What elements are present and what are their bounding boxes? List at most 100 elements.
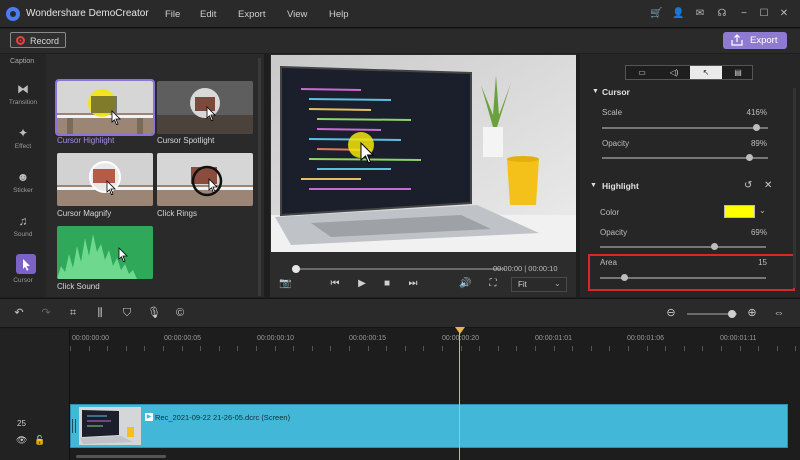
color-picker[interactable] <box>724 205 755 218</box>
video-preview[interactable] <box>271 55 576 252</box>
collapse-cursor-icon[interactable]: ▼ <box>592 88 599 95</box>
remove-effect-icon[interactable]: ✕ <box>764 180 772 191</box>
tab-video[interactable]: ▭ <box>626 66 658 79</box>
effect-label-click-rings: Click Rings <box>157 209 198 218</box>
mark-icon[interactable]: ⛉ <box>120 306 134 320</box>
close-icon[interactable]: ✕ <box>778 8 790 20</box>
play-icon[interactable]: ▶ <box>356 278 368 290</box>
fit-select[interactable]: Fit ⌄ <box>511 277 567 292</box>
fullscreen-icon[interactable]: ⛶ <box>487 278 499 290</box>
maximize-icon[interactable]: ☐ <box>758 8 770 20</box>
sidebar-item-caption[interactable]: Caption <box>10 58 34 65</box>
app-title: Wondershare DemoCreator <box>26 8 149 19</box>
ruler-tick <box>646 346 648 351</box>
progress-handle[interactable] <box>292 265 300 273</box>
clip-thumbnail <box>79 407 141 445</box>
zoom-in-icon[interactable]: ⊕ <box>745 306 759 320</box>
microphone-icon[interactable]: 🎙 <box>147 306 161 320</box>
ruler-tick <box>758 346 760 351</box>
stop-icon[interactable]: ■ <box>381 278 393 290</box>
highlight-opacity-value: 69% <box>750 228 767 237</box>
timeline-ruler[interactable]: 00:00:00:00 00:00:00:05 00:00:00:10 00:00:0… <box>70 329 800 351</box>
timeline-clip[interactable]: ▶ Rec_2021-09-22 21-26-05.dcrc (Screen) <box>70 404 788 448</box>
sidebar-item-cursor[interactable]: Cursor <box>4 254 42 294</box>
previous-frame-icon[interactable]: ⏮ <box>329 278 341 290</box>
menu-file[interactable]: File <box>165 9 180 20</box>
undo-icon[interactable]: ↶ <box>12 306 26 320</box>
timecode: 00:00:00 | 00:00:10 <box>493 264 558 273</box>
ruler-tick <box>88 346 90 351</box>
ruler-tick-label: 00:00:00:15 <box>349 335 386 342</box>
clip-trim-handle[interactable] <box>72 419 76 433</box>
ruler-tick <box>181 346 183 351</box>
sidebar-item-label: Sticker <box>13 187 33 194</box>
reset-icon[interactable]: ↺ <box>744 180 752 191</box>
effect-thumb-click-sound[interactable] <box>57 226 153 279</box>
effects-scrollbar[interactable] <box>258 58 261 296</box>
copyright-icon[interactable]: © <box>173 306 187 320</box>
user-icon[interactable]: 👤 <box>672 8 684 20</box>
tab-audio[interactable]: ◁) <box>658 66 690 79</box>
progress-bar[interactable] <box>295 268 505 270</box>
properties-scrollbar[interactable] <box>793 88 796 288</box>
ruler-tick-label: 00:00:00:05 <box>164 335 201 342</box>
volume-icon[interactable]: 🔊 <box>459 278 471 290</box>
sidebar-item-label: Sound <box>13 231 33 238</box>
chevron-down-icon[interactable]: ⌄ <box>759 206 766 215</box>
minimize-icon[interactable]: − <box>738 8 750 20</box>
cart-icon[interactable]: 🛒 <box>650 8 662 20</box>
effect-thumb-cursor-magnify[interactable] <box>57 153 153 206</box>
menu-help[interactable]: Help <box>329 9 349 20</box>
scale-slider[interactable] <box>602 127 768 129</box>
ruler-tick <box>107 346 109 351</box>
sidebar-item-sound[interactable]: ♫ Sound <box>4 214 42 254</box>
collapse-highlight-icon[interactable]: ▼ <box>590 182 597 189</box>
menu-edit[interactable]: Edit <box>200 9 216 20</box>
highlight-opacity-slider-handle[interactable] <box>711 243 719 250</box>
tab-cursor[interactable]: ↖ <box>690 66 722 79</box>
playhead[interactable] <box>459 329 460 460</box>
effect-thumb-click-rings[interactable] <box>157 153 253 206</box>
timeline-scrollbar[interactable] <box>76 455 166 458</box>
support-icon[interactable]: ☊ <box>716 8 728 20</box>
snapshot-icon[interactable]: 📷 <box>279 278 291 290</box>
highlight-section-title: Highlight <box>602 181 639 191</box>
menu-view[interactable]: View <box>287 9 307 20</box>
export-button[interactable]: Export <box>723 32 787 49</box>
playhead-handle[interactable] <box>455 327 465 334</box>
effect-thumb-cursor-spotlight[interactable] <box>157 81 253 134</box>
redo-icon[interactable]: ↷ <box>39 306 53 320</box>
sidebar-item-sticker[interactable]: ☻ Sticker <box>4 170 42 210</box>
ruler-tick <box>516 346 518 351</box>
ruler-tick <box>386 346 388 351</box>
tab-caption[interactable]: ▤ <box>722 66 754 79</box>
zoom-slider-handle[interactable] <box>728 310 736 318</box>
opacity-slider[interactable] <box>602 157 768 159</box>
crop-icon[interactable]: ⌗ <box>66 306 80 320</box>
highlight-opacity-slider[interactable] <box>600 246 766 248</box>
menu-export[interactable]: Export <box>238 9 265 20</box>
video-clip-icon: ▶ <box>145 413 153 421</box>
next-frame-icon[interactable]: ⏭ <box>407 278 419 290</box>
eye-icon[interactable]: 👁 <box>16 435 27 446</box>
zoom-out-icon[interactable]: ⊖ <box>664 306 678 320</box>
ruler-tick <box>237 346 239 351</box>
ruler-tick-label: 00:00:00:10 <box>257 335 294 342</box>
ruler-tick <box>665 346 667 351</box>
effects-panel: Cursor Highlight Cursor Spotlight Cursor… <box>46 54 264 297</box>
lock-icon[interactable]: 🔓 <box>34 435 45 446</box>
mail-icon[interactable]: ✉ <box>694 8 706 20</box>
effect-thumb-cursor-highlight[interactable] <box>55 79 155 136</box>
scale-slider-handle[interactable] <box>752 124 760 131</box>
fit-timeline-icon[interactable]: ⇔ <box>772 306 786 320</box>
split-icon[interactable]: ⫼ <box>93 306 107 320</box>
sidebar-item-effect[interactable]: ✦ Effect <box>4 126 42 166</box>
fit-select-value: Fit <box>518 280 527 289</box>
preview-frame-image <box>271 55 576 252</box>
effect-label-cursor-magnify: Cursor Magnify <box>57 209 112 218</box>
ruler-tick <box>311 346 313 351</box>
properties-tabs: ▭ ◁) ↖ ▤ <box>625 65 753 80</box>
ruler-tick <box>125 346 127 351</box>
sidebar-item-transition[interactable]: ⧓ Transition <box>4 82 42 122</box>
record-button[interactable]: Record <box>10 32 66 48</box>
